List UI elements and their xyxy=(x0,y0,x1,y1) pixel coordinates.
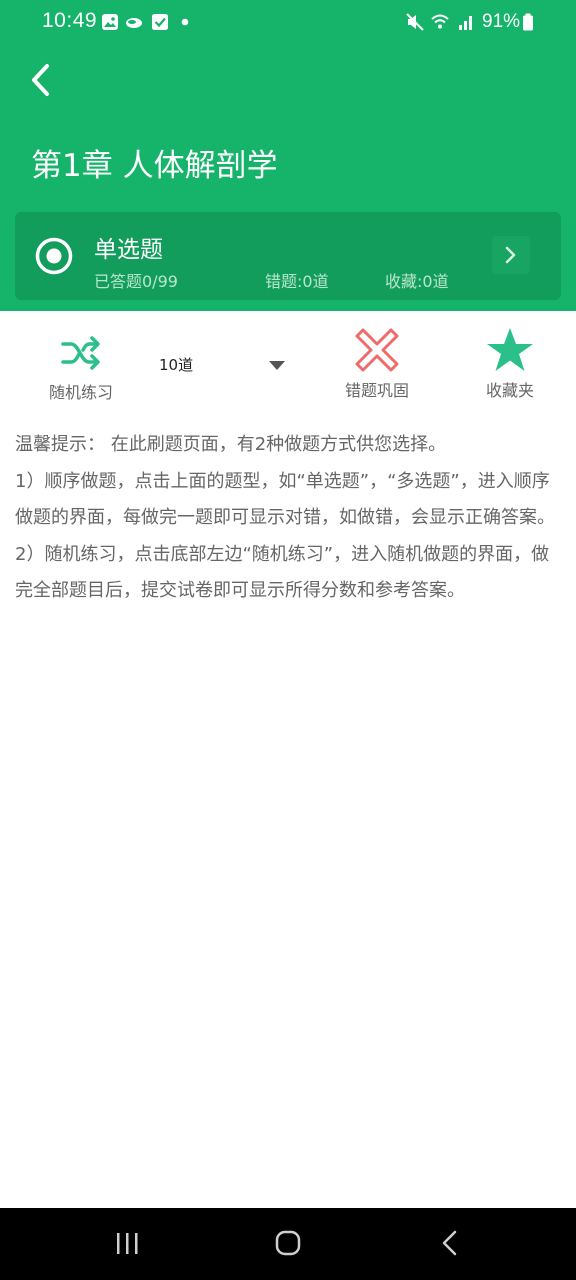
tips-intro: 温馨提示： 在此刷题页面，有2种做题方式供您选择。 xyxy=(15,434,447,455)
favorites-button[interactable]: 收藏夹 xyxy=(474,327,546,401)
wrong-cross-icon xyxy=(355,328,399,372)
system-nav-bar xyxy=(0,1208,576,1280)
recent-apps-button[interactable] xyxy=(107,1228,147,1260)
gallery-icon xyxy=(102,14,118,30)
mute-icon xyxy=(406,13,424,31)
chevron-right-icon xyxy=(505,246,516,264)
home-button[interactable] xyxy=(268,1228,308,1260)
back-arrow-icon xyxy=(32,64,49,96)
page-title: 第1章 人体解剖学 xyxy=(31,148,278,184)
question-type-card[interactable]: 单选题 已答题0/99 错题:0道 收藏:0道 xyxy=(15,212,561,300)
status-time: 10:49 xyxy=(42,9,98,32)
battery-percent: 91% xyxy=(482,11,521,32)
cloud-icon xyxy=(126,18,142,28)
question-type-arrow[interactable] xyxy=(492,236,530,274)
recent-apps-icon xyxy=(117,1233,138,1254)
status-bar: 10:49 91% xyxy=(0,0,576,46)
wrong-count: 错题:0道 xyxy=(265,272,329,291)
tips-sequential: 1）顺序做题，点击上面的题型，如“单选题”，“多选题”，进入顺序做题的界面，每做… xyxy=(15,470,555,529)
radio-target-icon xyxy=(35,237,73,275)
back-button[interactable] xyxy=(22,60,62,100)
star-icon xyxy=(487,328,533,371)
tool-row: 随机练习 10道 错题巩固 收藏夹 xyxy=(0,311,576,411)
favorites-label: 收藏夹 xyxy=(485,381,534,400)
favorite-count: 收藏:0道 xyxy=(385,272,449,291)
question-type-title: 单选题 xyxy=(94,237,163,263)
question-count-value: 10道 xyxy=(159,356,194,374)
signal-icon xyxy=(459,16,472,30)
tips-text: 温馨提示： 在此刷题页面，有2种做题方式供您选择。 1）顺序做题，点击上面的题型… xyxy=(15,427,563,610)
battery-icon xyxy=(523,13,533,31)
answered-count: 已答题0/99 xyxy=(94,272,178,291)
shuffle-icon xyxy=(61,336,100,370)
random-practice-label: 随机练习 xyxy=(48,383,113,402)
wifi-icon xyxy=(431,14,449,29)
random-practice-button[interactable]: 随机练习 xyxy=(45,329,117,403)
dot-icon xyxy=(181,18,189,26)
app-screen: 10:49 91% 第1章 人体解剖学 单选题 已答题0/99 错题:0道 收藏… xyxy=(0,0,576,1280)
header: 第1章 人体解剖学 单选题 已答题0/99 错题:0道 收藏:0道 xyxy=(0,46,576,311)
home-icon xyxy=(275,1230,301,1256)
tips-random: 2）随机练习，点击底部左边“随机练习”，进入随机做题的界面，做完全部题目后，提交… xyxy=(15,543,550,602)
wrong-review-button[interactable]: 错题巩固 xyxy=(341,327,413,401)
nav-back-icon xyxy=(442,1230,457,1256)
wrong-review-label: 错题巩固 xyxy=(344,381,409,400)
question-count-select[interactable]: 10道 xyxy=(156,349,296,379)
checkbox-icon xyxy=(152,14,168,30)
caret-down-icon xyxy=(269,361,285,370)
nav-back-button[interactable] xyxy=(430,1228,470,1260)
